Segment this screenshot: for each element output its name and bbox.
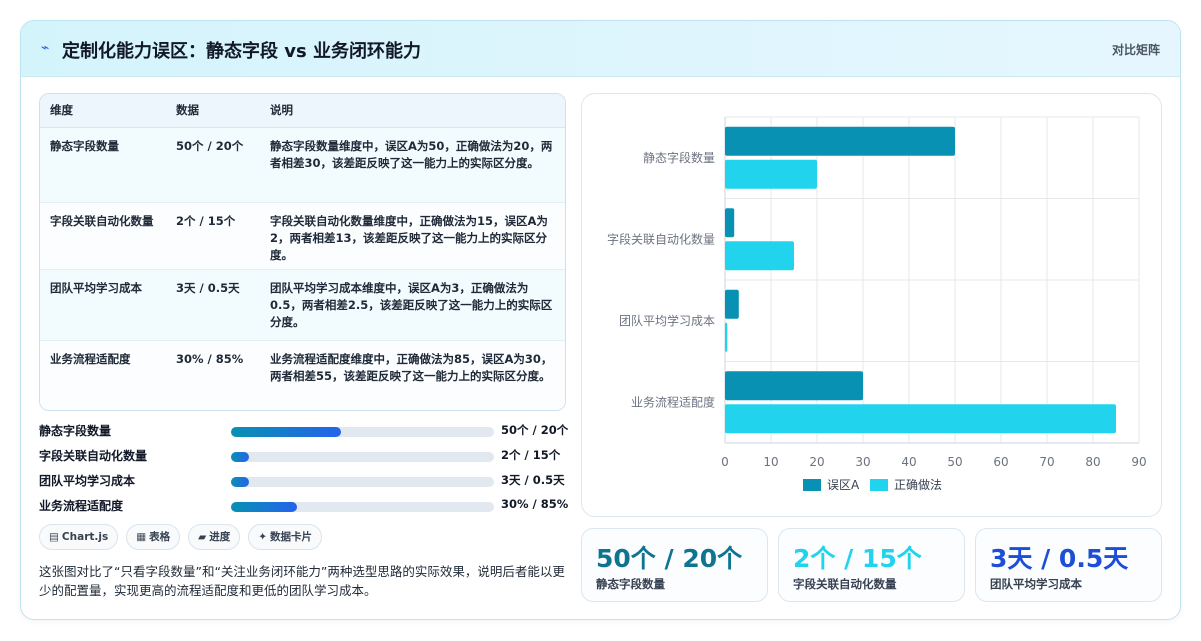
legend-swatch [870,479,888,491]
progress-row: 业务流程适配度 30% / 85% [39,494,569,519]
row-note: 业务流程适配度维度中，正确做法为85，误区A为30，两者相差55，该差距反映了这… [260,340,565,410]
bar [725,404,1116,434]
row-note: 字段关联自动化数量维度中，正确做法为15，误区A为2，两者相差13，该差距反映了… [260,202,565,270]
kpi-card: 3天 / 0.5天 团队平均学习成本 [975,528,1162,602]
row-data: 50个 / 20个 [166,127,260,203]
tag-label: 数据卡片 [270,531,313,543]
progress-value: 3天 / 0.5天 [501,473,565,487]
bar [725,126,955,156]
progress-fill [231,452,250,462]
row-data: 2个 / 15个 [166,202,260,270]
progress-value: 50个 / 20个 [501,423,569,437]
x-tick-label: 70 [1039,455,1054,469]
row-note: 静态字段数量维度中，误区A为50，正确做法为20，两者相差30，该差距反映了这一… [260,127,565,203]
progress-row: 字段关联自动化数量 2个 / 15个 [39,444,569,469]
page-title: 定制化能力误区：静态字段 vs 业务闭环能力 [62,41,421,62]
main-card: ⌁ 定制化能力误区：静态字段 vs 业务闭环能力 对比矩阵 维度 数据 说明 静… [20,20,1181,620]
table-row: 静态字段数量 50个 / 20个 静态字段数量维度中，误区A为50，正确做法为2… [40,127,565,203]
x-tick-label: 90 [1131,455,1146,469]
row-note: 团队平均学习成本维度中，误区A为3，正确做法为0.5，两者相差2.5，该差距反映… [260,269,565,341]
progress-label: 静态字段数量 [39,424,112,438]
tag-data-card[interactable]: ✦ 数据卡片 [248,524,323,550]
kpi-value: 3天 / 0.5天 [990,544,1129,573]
column-header-note: 说明 [260,94,565,128]
row-data: 3天 / 0.5天 [166,269,260,341]
bar [725,241,794,271]
progress-track [231,427,494,437]
progress-row: 静态字段数量 50个 / 20个 [39,419,569,444]
progress-fill [231,427,342,437]
table-row: 团队平均学习成本 3天 / 0.5天 团队平均学习成本维度中，误区A为3，正确做… [40,269,565,341]
legend-label: 误区A [827,478,860,492]
bolt-icon: ⌁ [41,40,50,56]
header-bar: ⌁ 定制化能力误区：静态字段 vs 业务闭环能力 对比矩阵 [21,21,1180,77]
tag-label: 进度 [209,531,231,543]
x-tick-label: 40 [901,455,916,469]
progress-list: 静态字段数量 50个 / 20个 字段关联自动化数量 2个 / 15个 团队平均… [39,419,569,519]
row-data: 30% / 85% [166,340,260,410]
kpi-value: 50个 / 20个 [596,544,743,573]
bar [725,322,728,352]
tag-table[interactable]: ▦ 表格 [126,524,181,550]
x-tick-label: 80 [1085,455,1100,469]
kpi-card: 2个 / 15个 字段关联自动化数量 [778,528,965,602]
progress-value: 2个 / 15个 [501,448,561,462]
x-tick-label: 30 [855,455,870,469]
category-label: 团队平均学习成本 [619,313,715,328]
row-dimension: 业务流程适配度 [40,340,166,410]
progress-fill [231,477,250,487]
kpi-value: 2个 / 15个 [793,544,922,573]
progress-fill [231,502,297,512]
kpi-label: 静态字段数量 [596,577,665,591]
tag-chartjs[interactable]: ▤ Chart.js [39,524,119,550]
progress-label: 团队平均学习成本 [39,474,136,488]
x-tick-label: 60 [993,455,1008,469]
category-label: 静态字段数量 [643,150,715,165]
category-label: 业务流程适配度 [631,394,715,409]
chart-icon: ▤ [49,531,59,543]
progress-icon: ▰ [198,531,207,543]
table-row: 业务流程适配度 30% / 85% 业务流程适配度维度中，正确做法为85，误区A… [40,340,565,410]
progress-label: 字段关联自动化数量 [39,449,148,463]
table-row: 字段关联自动化数量 2个 / 15个 字段关联自动化数量维度中，正确做法为15，… [40,202,565,270]
table-icon: ▦ [136,531,147,543]
bar [725,371,863,401]
row-dimension: 团队平均学习成本 [40,269,166,341]
bar [725,159,817,189]
bar [725,289,739,319]
column-header-data: 数据 [166,94,260,128]
progress-track [231,477,494,487]
progress-track [231,502,494,512]
bar [725,208,735,238]
tag-label: 表格 [149,531,171,543]
bar-chart: 0 10 20 30 40 50 60 70 80 90 静态字段数量字段关联自动化数量团队平均学习… [607,116,1147,492]
progress-label: 业务流程适配度 [39,499,124,513]
progress-value: 30% / 85% [501,497,569,511]
tag-label: Chart.js [61,531,109,543]
kpi-card: 50个 / 20个 静态字段数量 [581,528,768,602]
sparkle-icon: ✦ [258,531,268,543]
column-header-dimension: 维度 [40,94,166,128]
kpi-label: 团队平均学习成本 [990,577,1082,591]
x-tick-label: 20 [809,455,824,469]
category-label: 字段关联自动化数量 [607,231,715,246]
tag-progress[interactable]: ▰ 进度 [188,524,241,550]
progress-track [231,452,494,462]
tech-tags: ▤ Chart.js ▦ 表格 ▰ 进度 ✦ 数据卡片 [39,524,330,550]
legend-swatch [803,479,821,491]
data-table: 维度 数据 说明 静态字段数量 50个 / 20个 静态字段数量维度中，误区A为… [39,93,566,411]
view-tag: 对比矩阵 [1111,43,1160,57]
legend-label: 正确做法 [894,477,942,492]
row-dimension: 字段关联自动化数量 [40,202,166,270]
kpi-label: 字段关联自动化数量 [793,577,897,591]
x-tick-label: 50 [947,455,962,469]
x-tick-label: 10 [763,455,778,469]
summary-text: 这张图对比了“只看字段数量”和“关注业务闭环能力”两种选型思路的实际效果，说明后… [39,564,565,598]
row-dimension: 静态字段数量 [40,127,166,203]
bar-chart-panel: 0 10 20 30 40 50 60 70 80 90 静态字段数量字段关联自动化数量团队平均学习… [581,93,1162,517]
x-tick-label: 0 [721,455,729,469]
progress-row: 团队平均学习成本 3天 / 0.5天 [39,469,569,494]
